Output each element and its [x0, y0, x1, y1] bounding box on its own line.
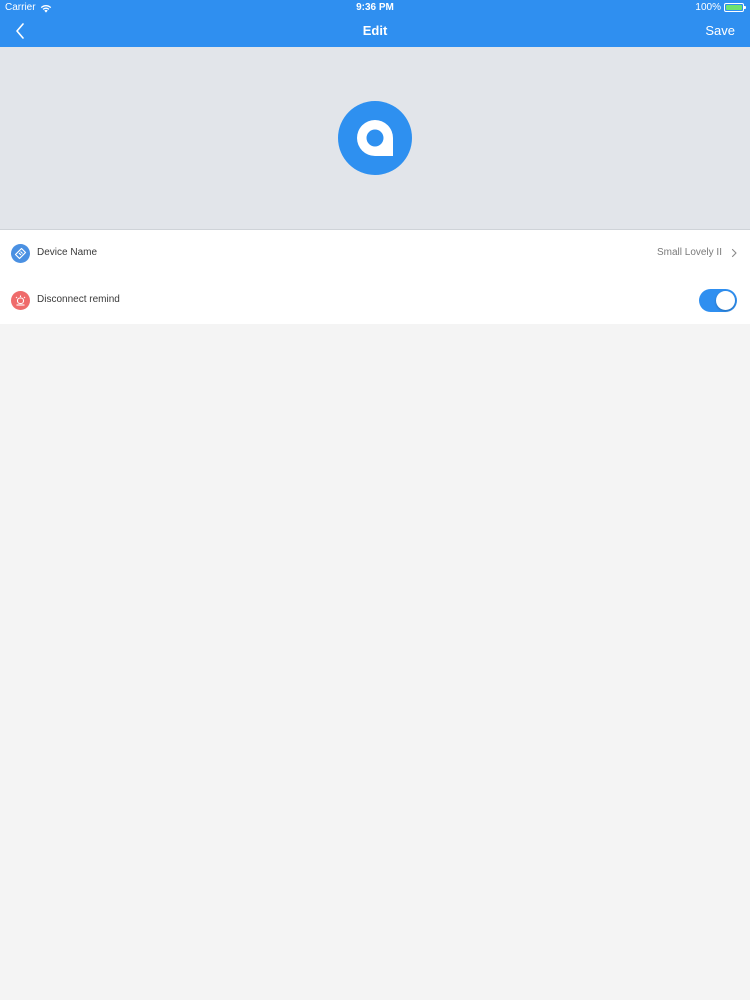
toggle-knob [716, 291, 735, 310]
edit-device-screen: Carrier 9:36 PM 100% Edit Save Device Na… [0, 0, 750, 1000]
chevron-right-icon [731, 248, 737, 258]
battery-icon [724, 3, 746, 12]
status-right: 100% [695, 0, 746, 15]
device-tag-icon [357, 120, 393, 156]
disconnect-remind-toggle[interactable] [699, 289, 737, 312]
device-avatar[interactable] [338, 101, 412, 175]
device-name-row[interactable]: Device Name Small Lovely II [0, 230, 750, 277]
battery-fill [726, 5, 742, 10]
save-button[interactable]: Save [705, 15, 735, 47]
battery-cap [744, 6, 746, 9]
tag-icon [11, 244, 30, 263]
alarm-icon [11, 291, 30, 310]
status-bar: Carrier 9:36 PM 100% [0, 0, 750, 15]
status-time: 9:36 PM [356, 2, 394, 13]
device-header [0, 47, 750, 230]
device-name-value: Small Lovely II [656, 247, 722, 258]
settings-list: Device Name Small Lovely II Disconnect r… [0, 230, 750, 324]
device-name-label: Device Name [37, 247, 98, 258]
disconnect-remind-label: Disconnect remind [37, 294, 120, 305]
battery-percent: 100% [695, 2, 721, 13]
disconnect-remind-row: Disconnect remind [0, 277, 750, 324]
page-title: Edit [362, 23, 388, 38]
top-bar: Carrier 9:36 PM 100% Edit Save [0, 0, 750, 47]
nav-bar: Edit Save [0, 15, 750, 47]
